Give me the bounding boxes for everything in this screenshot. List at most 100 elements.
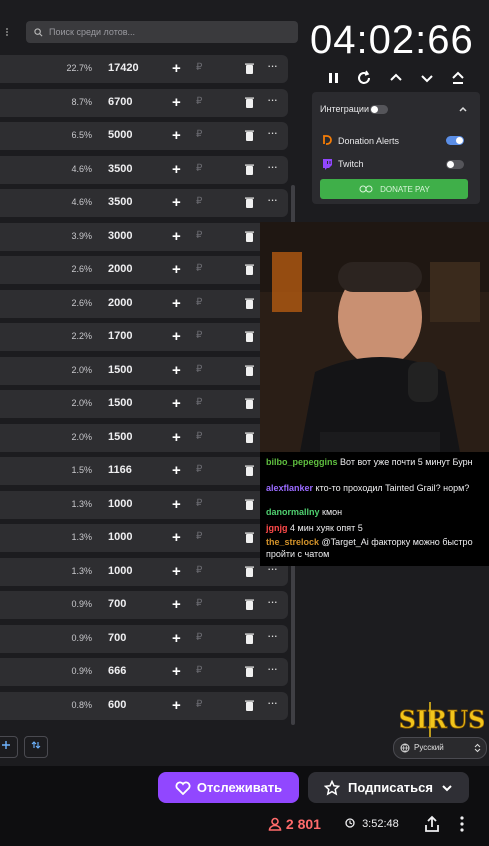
share-icon[interactable] [423, 815, 441, 833]
add-amount-button[interactable]: + [172, 529, 181, 546]
lot-amount[interactable]: 1000 [108, 498, 132, 510]
add-amount-button[interactable]: + [172, 596, 181, 613]
currency-input[interactable]: ₽ [196, 297, 202, 308]
add-amount-button[interactable]: + [172, 161, 181, 178]
currency-input[interactable]: ₽ [196, 96, 202, 107]
lot-amount[interactable]: 5000 [108, 129, 132, 141]
trash-icon[interactable] [245, 398, 254, 409]
trash-icon[interactable] [245, 566, 254, 577]
lot-more-button[interactable]: ··· [267, 695, 278, 710]
lot-amount[interactable]: 3500 [108, 163, 132, 175]
currency-input[interactable]: ₽ [196, 431, 202, 442]
add-amount-button[interactable]: + [172, 228, 181, 245]
lot-amount[interactable]: 17420 [108, 62, 139, 74]
search-input[interactable]: Поиск среди лотов... [26, 21, 298, 43]
trash-icon[interactable] [245, 633, 254, 644]
lot-more-button[interactable]: ··· [267, 92, 278, 107]
lot-amount[interactable]: 1500 [108, 397, 132, 409]
lot-amount[interactable]: 1700 [108, 330, 132, 342]
lot-more-button[interactable]: ··· [267, 661, 278, 676]
currency-input[interactable]: ₽ [196, 665, 202, 676]
trash-icon[interactable] [245, 63, 254, 74]
currency-input[interactable]: ₽ [196, 565, 202, 576]
trash-icon[interactable] [245, 331, 254, 342]
add-amount-button[interactable]: + [172, 362, 181, 379]
trash-icon[interactable] [245, 298, 254, 309]
trash-icon[interactable] [245, 432, 254, 443]
chat-username[interactable]: danormallny [266, 507, 320, 517]
add-amount-button[interactable]: + [172, 429, 181, 446]
chevron-up-icon[interactable] [458, 104, 468, 114]
add-amount-button[interactable]: + [172, 663, 181, 680]
currency-input[interactable]: ₽ [196, 498, 202, 509]
lot-amount[interactable]: 6700 [108, 96, 132, 108]
donation-alerts-toggle[interactable] [446, 136, 464, 145]
currency-input[interactable]: ₽ [196, 464, 202, 475]
currency-input[interactable]: ₽ [196, 230, 202, 241]
trash-icon[interactable] [245, 97, 254, 108]
add-amount-button[interactable]: + [172, 60, 181, 77]
follow-button[interactable]: Отслеживать [158, 772, 299, 803]
twitch-toggle[interactable] [446, 160, 464, 169]
lot-amount[interactable]: 1500 [108, 431, 132, 443]
trash-icon[interactable] [245, 164, 254, 175]
add-amount-button[interactable]: + [172, 697, 181, 714]
lot-more-button[interactable]: ··· [267, 594, 278, 609]
chevron-up-icon[interactable] [386, 67, 406, 89]
currency-input[interactable]: ₽ [196, 632, 202, 643]
donate-pay-button[interactable]: DONATE PAY [320, 179, 468, 199]
add-amount-button[interactable]: + [172, 328, 181, 345]
reset-icon[interactable] [355, 67, 375, 89]
double-chevron-up-icon[interactable] [448, 67, 468, 89]
trash-icon[interactable] [245, 700, 254, 711]
currency-input[interactable]: ₽ [196, 129, 202, 140]
chat-username[interactable]: alexflanker [266, 483, 313, 493]
add-amount-button[interactable]: + [172, 462, 181, 479]
lot-amount[interactable]: 700 [108, 598, 126, 610]
integrations-toggle[interactable] [370, 105, 388, 114]
lot-amount[interactable]: 1166 [108, 464, 132, 476]
sort-button[interactable] [24, 736, 48, 758]
lot-amount[interactable]: 666 [108, 665, 126, 677]
lot-more-button[interactable]: ··· [267, 628, 278, 643]
chat-username[interactable]: jgnjg [266, 523, 288, 533]
lot-amount[interactable]: 3500 [108, 196, 132, 208]
currency-input[interactable]: ₽ [196, 598, 202, 609]
shuffle-button[interactable] [0, 736, 18, 758]
add-amount-button[interactable]: + [172, 194, 181, 211]
chevron-down-icon[interactable] [417, 67, 437, 89]
lot-more-button[interactable]: ··· [267, 192, 278, 207]
trash-icon[interactable] [245, 599, 254, 610]
subscribe-button[interactable]: Подписаться [308, 772, 469, 803]
trash-icon[interactable] [245, 465, 254, 476]
currency-input[interactable]: ₽ [196, 397, 202, 408]
currency-input[interactable]: ₽ [196, 62, 202, 73]
lot-amount[interactable]: 600 [108, 699, 126, 711]
trash-icon[interactable] [245, 365, 254, 376]
lot-more-button[interactable]: ··· [267, 159, 278, 174]
trash-icon[interactable] [245, 130, 254, 141]
add-amount-button[interactable]: + [172, 94, 181, 111]
trash-icon[interactable] [245, 666, 254, 677]
chat-username[interactable]: bilbo_pepeggins [266, 457, 338, 467]
currency-input[interactable]: ₽ [196, 531, 202, 542]
trash-icon[interactable] [245, 532, 254, 543]
lot-more-button[interactable]: ··· [267, 125, 278, 140]
lot-amount[interactable]: 1000 [108, 531, 132, 543]
currency-input[interactable]: ₽ [196, 364, 202, 375]
add-amount-button[interactable]: + [172, 496, 181, 513]
trash-icon[interactable] [245, 264, 254, 275]
trash-icon[interactable] [245, 499, 254, 510]
drag-handle-icon[interactable] [4, 26, 14, 38]
currency-input[interactable]: ₽ [196, 263, 202, 274]
lot-amount[interactable]: 700 [108, 632, 126, 644]
add-amount-button[interactable]: + [172, 395, 181, 412]
lot-more-button[interactable]: ··· [267, 58, 278, 73]
add-amount-button[interactable]: + [172, 295, 181, 312]
add-amount-button[interactable]: + [172, 127, 181, 144]
chat-username[interactable]: the_strelock [266, 537, 319, 547]
currency-input[interactable]: ₽ [196, 330, 202, 341]
currency-input[interactable]: ₽ [196, 163, 202, 174]
currency-input[interactable]: ₽ [196, 699, 202, 710]
lot-amount[interactable]: 3000 [108, 230, 132, 242]
